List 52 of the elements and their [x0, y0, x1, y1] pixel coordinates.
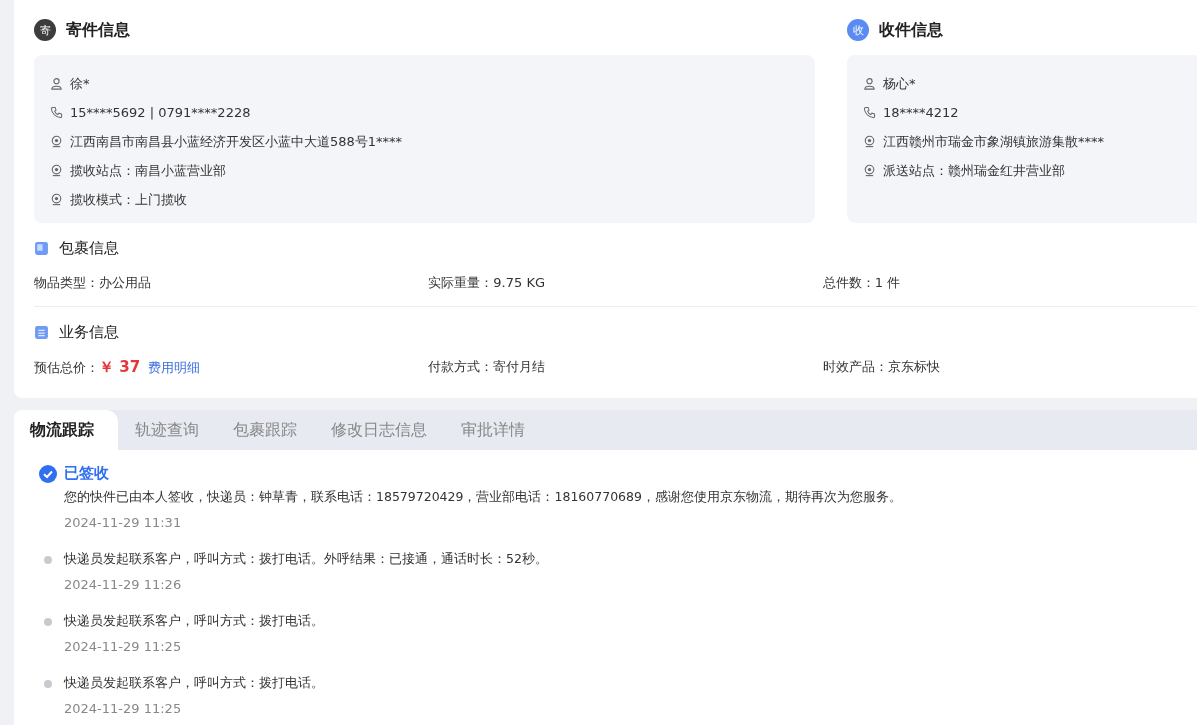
event-text: 快递员发起联系客户，呼叫方式：拨打电话。外呼结果：已接通，通话时长：52秒。 — [64, 550, 548, 568]
address-text: 江西南昌市南昌县小蓝经济开发区小蓝中大道588号1**** — [70, 132, 403, 151]
price-value: ￥ 37 — [99, 358, 141, 377]
event-time: 2024-11-29 11:26 — [64, 576, 183, 594]
phone-icon — [863, 106, 876, 119]
event-text: 快递员发起联系客户，呼叫方式：拨打电话。 — [64, 674, 324, 692]
fee-details-link[interactable]: 费用明细 — [148, 359, 201, 377]
tab[interactable]: 物流跟踪 — [14, 410, 118, 450]
address-text: 杨心* — [883, 74, 916, 93]
box-icon — [34, 241, 49, 256]
timeline-dot — [44, 556, 52, 564]
tab[interactable]: 修改日志信息 — [314, 410, 444, 450]
address-text: 江西赣州市瑞金市象湖镇旅游集散**** — [883, 132, 1104, 151]
section-title: 收件信息 — [879, 19, 943, 41]
status-title: 已签收 — [64, 464, 110, 484]
location-icon — [863, 164, 876, 177]
field-text: 物品类型：办公用品 — [34, 274, 151, 292]
event-text: 快递员发起联系客户，呼叫方式：拨打电话。 — [64, 612, 324, 630]
location-icon — [50, 164, 63, 177]
field-text: 付款方式：寄付月结 — [428, 358, 546, 376]
event-time: 2024-11-29 11:31 — [64, 514, 183, 532]
event-time: 2024-11-29 11:25 — [64, 638, 183, 656]
location-icon — [863, 135, 876, 148]
tab[interactable]: 审批详情 — [444, 410, 542, 450]
field-label: 预估总价： — [34, 359, 99, 377]
timeline-dot — [44, 618, 52, 626]
event-text: 您的快件已由本人签收，快递员：钟草青，联系电话：18579720429，营业部电话：18160770689，感谢您使用京东物流，期待再次为您服务。 — [64, 488, 902, 506]
address-text: 15****5692 | 0791****2228 — [70, 105, 251, 120]
section-title: 寄件信息 — [66, 19, 130, 41]
event-time: 2024-11-29 11:25 — [64, 700, 183, 718]
party-badge: 寄 — [34, 19, 56, 41]
address-text: 揽收模式：上门揽收 — [70, 190, 187, 209]
field-text: 实际重量：9.75 KG — [428, 274, 545, 292]
address-text: 18****4212 — [883, 105, 959, 120]
field-text: 时效产品：京东标快 — [822, 358, 940, 376]
tab[interactable]: 包裹跟踪 — [216, 410, 314, 450]
tab[interactable]: 轨迹查询 — [118, 410, 216, 450]
person-icon — [50, 77, 63, 90]
section-title: 包裹信息 — [59, 239, 119, 258]
address-text: 揽收站点：南昌小蓝营业部 — [70, 161, 226, 180]
party-badge: 收 — [847, 19, 869, 41]
address-text: 徐* — [70, 74, 90, 93]
phone-icon — [50, 106, 63, 119]
section-title: 业务信息 — [59, 323, 119, 342]
address-text: 派送站点：赣州瑞金红井营业部 — [883, 161, 1065, 180]
document-icon — [34, 325, 49, 340]
timeline-dot — [44, 680, 52, 688]
location-icon — [50, 193, 63, 206]
person-icon — [863, 77, 876, 90]
location-icon — [50, 135, 63, 148]
check-icon — [39, 465, 57, 483]
field-text: 总件数：1 件 — [822, 274, 901, 292]
